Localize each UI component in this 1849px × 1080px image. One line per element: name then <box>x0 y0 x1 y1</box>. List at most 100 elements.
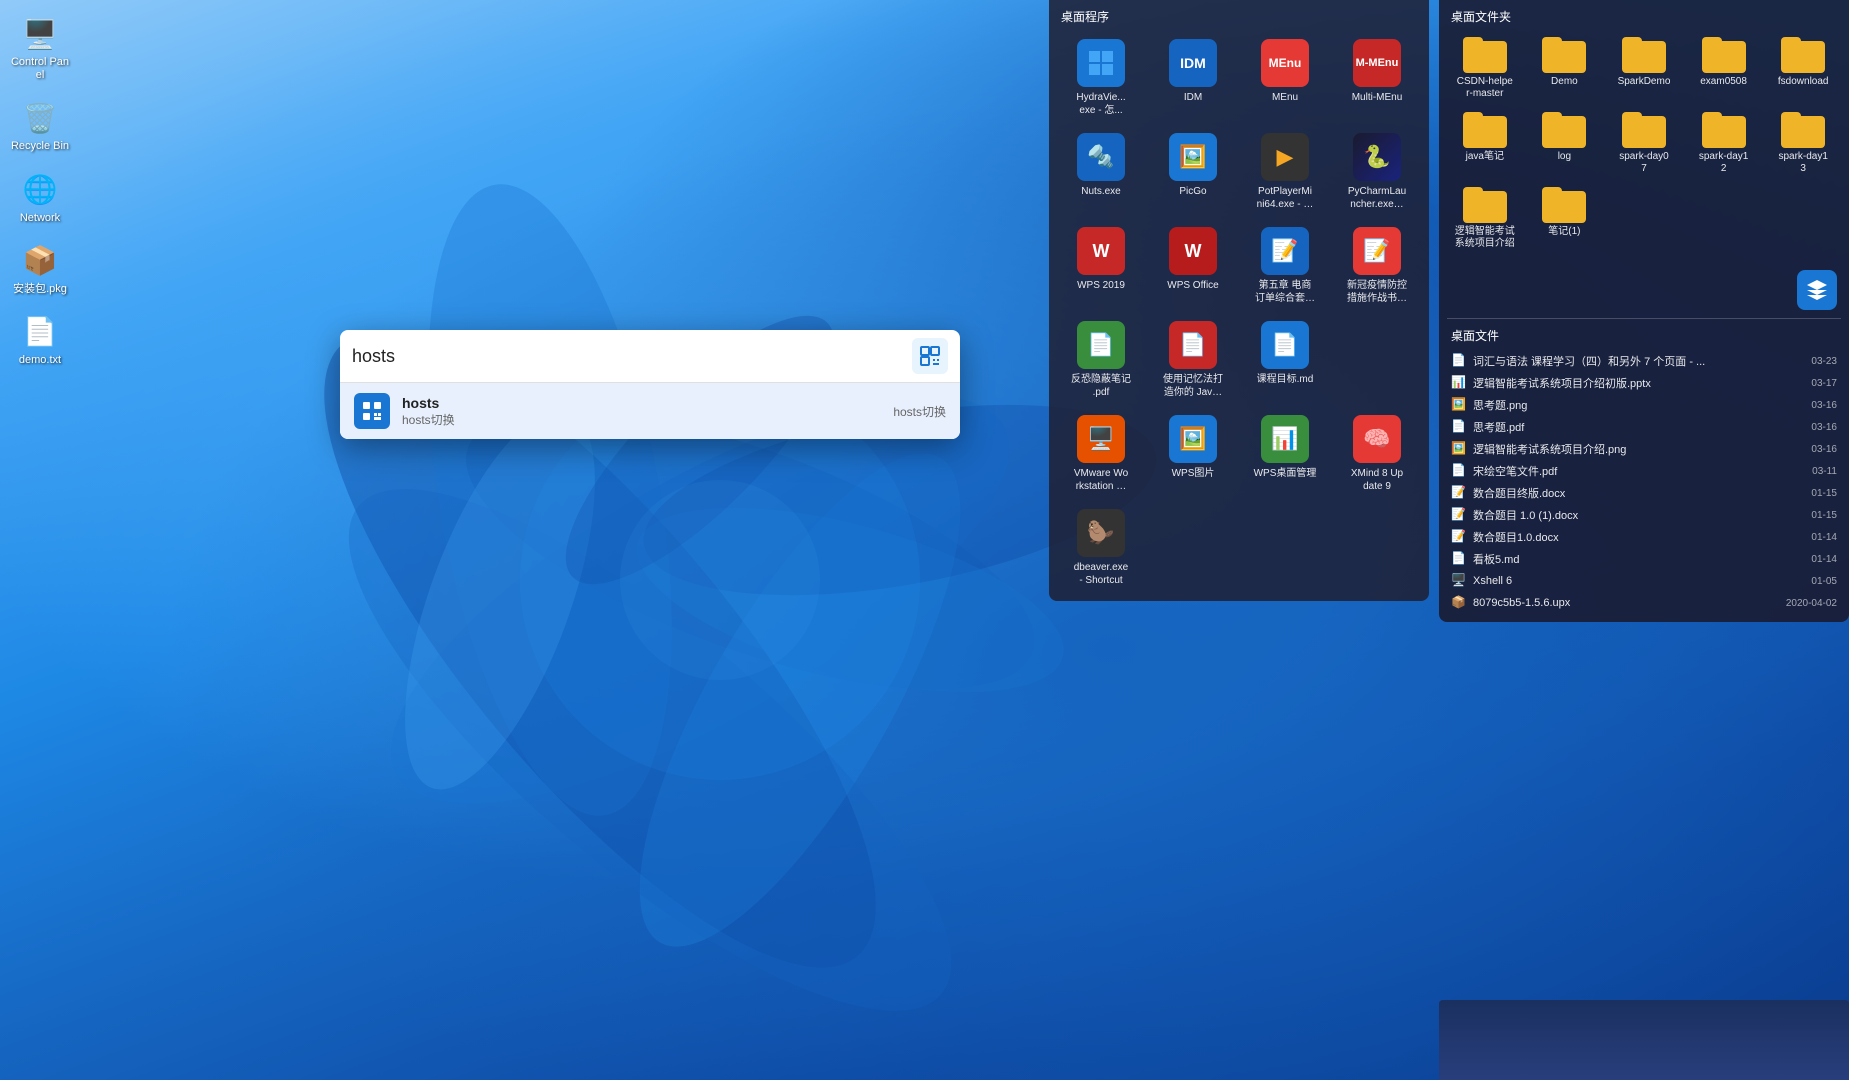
doc4-label: 使用记忆法打造你的 Jav… <box>1163 373 1223 399</box>
file-list-item-1[interactable]: 📄 词汇与语法 课程学习（四）和另外 7 个页面 - ... 03-23 <box>1447 350 1841 372</box>
file-name-1: 词汇与语法 课程学习（四）和另外 7 个页面 - ... <box>1473 353 1805 369</box>
desktop-icon-control-panel[interactable]: 🖥️ Control Panel <box>5 10 75 86</box>
program-nuts[interactable]: 🔩 Nuts.exe <box>1057 127 1145 217</box>
file-date-2: 03-17 <box>1811 378 1837 389</box>
network-icon: 🌐 <box>20 170 60 210</box>
program-pycharm[interactable]: 🐍 PyCharmLauncher.exe… <box>1333 127 1421 217</box>
file-list-item-5[interactable]: 🖼️ 逻辑智能考试系统项目介绍.png 03-16 <box>1447 438 1841 460</box>
file-list-item-3[interactable]: 🖼️ 思考题.png 03-16 <box>1447 394 1841 416</box>
wps-ppt-icon: 📊 <box>1261 415 1309 463</box>
vmware-label: VMware Workstation … <box>1074 467 1128 493</box>
file-list-item-11[interactable]: 🖥️ Xshell 6 01-05 <box>1447 570 1841 592</box>
desktop-icon-demotxt[interactable]: 📄 demo.txt <box>5 308 75 371</box>
wps2019-icon: W <box>1077 227 1125 275</box>
control-panel-icon: 🖥️ <box>20 14 60 54</box>
program-wps-ppt[interactable]: 📊 WPS桌面管理 <box>1241 409 1329 499</box>
program-hydraview[interactable]: HydraVie...exe - 怎... <box>1057 33 1145 123</box>
doc3-label: 反恐隐蔽笔记.pdf <box>1071 373 1131 399</box>
program-potplayer[interactable]: ▶ PotPlayerMini64.exe - … <box>1241 127 1329 217</box>
doc5-icon: 📄 <box>1261 321 1309 369</box>
folder-spark-day07[interactable]: spark-day07 <box>1606 108 1682 179</box>
folder-java-notes[interactable]: java笔记 <box>1447 108 1523 179</box>
hydraview-icon <box>1077 39 1125 87</box>
program-empty <box>1333 315 1421 405</box>
program-idm[interactable]: IDM IDM <box>1149 33 1237 123</box>
desktop-icon-installer[interactable]: 📦 安装包.pkg <box>5 237 75 300</box>
nuts-label: Nuts.exe <box>1081 185 1120 198</box>
folder-spark-day13[interactable]: spark-day13 <box>1765 108 1841 179</box>
file-icon-7: 📝 <box>1451 485 1467 501</box>
file-list-item-6[interactable]: 📄 宋绘空笔文件.pdf 03-11 <box>1447 460 1841 482</box>
multi-menu-label: Multi-MEnu <box>1352 91 1403 104</box>
doc3-icon: 📄 <box>1077 321 1125 369</box>
desktop-icon-recycle-bin[interactable]: 🗑️ Recycle Bin <box>5 94 75 157</box>
demotxt-icon: 📄 <box>20 312 60 352</box>
desktop-icon-network[interactable]: 🌐 Network <box>5 166 75 229</box>
file-list-item-12[interactable]: 📦 8079c5b5-1.5.6.upx 2020-04-02 <box>1447 592 1841 614</box>
file-list-item-10[interactable]: 📄 看板5.md 01-14 <box>1447 548 1841 570</box>
file-list-item-9[interactable]: 📝 数合题目1.0.docx 01-14 <box>1447 526 1841 548</box>
doc5-label: 课程目标.md <box>1257 373 1314 386</box>
xmind-icon: 🧠 <box>1353 415 1401 463</box>
program-dbeaver[interactable]: 🦫 dbeaver.exe- Shortcut <box>1057 503 1145 593</box>
program-wps-img[interactable]: 🖼️ WPS图片 <box>1149 409 1237 499</box>
thumbnail-bar <box>1439 1000 1849 1080</box>
program-doc2[interactable]: 📝 新冠疫情防控措施作战书… <box>1333 221 1421 311</box>
program-multi-menu[interactable]: M-MEnu Multi-MEnu <box>1333 33 1421 123</box>
dbeaver-icon: 🦫 <box>1077 509 1125 557</box>
folder-notes1[interactable]: 笔记(1) <box>1527 183 1603 254</box>
doc1-label: 第五章 电商订单综合套… <box>1255 279 1315 305</box>
file-icon-5: 🖼️ <box>1451 441 1467 457</box>
file-name-9: 数合题目1.0.docx <box>1473 529 1805 545</box>
folder-csdn[interactable]: CSDN-helper-master <box>1447 33 1523 104</box>
program-doc5[interactable]: 📄 课程目标.md <box>1241 315 1329 405</box>
folder-spark-day12[interactable]: spark-day12 <box>1686 108 1762 179</box>
folder-fsdownload[interactable]: fsdownload <box>1765 33 1841 104</box>
program-vmware[interactable]: 🖥️ VMware Workstation … <box>1057 409 1145 499</box>
file-list-item-2[interactable]: 📊 逻辑智能考试系统项目介绍初版.pptx 03-17 <box>1447 372 1841 394</box>
file-list-item-7[interactable]: 📝 数合题目终版.docx 01-15 <box>1447 482 1841 504</box>
empty-icon <box>1353 321 1401 369</box>
control-panel-label: Control Panel <box>9 56 71 82</box>
folder-demo[interactable]: Demo <box>1527 33 1603 104</box>
folder-exam0508[interactable]: exam0508 <box>1686 33 1762 104</box>
file-icon-4: 📄 <box>1451 419 1467 435</box>
program-wpsoffice[interactable]: W WPS Office <box>1149 221 1237 311</box>
program-doc3[interactable]: 📄 反恐隐蔽笔记.pdf <box>1057 315 1145 405</box>
nuts-icon: 🔩 <box>1077 133 1125 181</box>
file-name-10: 看板5.md <box>1473 551 1805 567</box>
program-menu[interactable]: MEnu MEnu <box>1241 33 1329 123</box>
file-date-4: 03-16 <box>1811 422 1837 433</box>
search-input[interactable] <box>352 346 904 367</box>
desktop-files-list-section: 桌面文件 📄 词汇与语法 课程学习（四）和另外 7 个页面 - ... 03-2… <box>1447 318 1841 614</box>
pycharm-label: PyCharmLauncher.exe… <box>1348 185 1406 211</box>
file-date-9: 01-14 <box>1811 532 1837 543</box>
file-name-11: Xshell 6 <box>1473 575 1805 587</box>
program-xmind[interactable]: 🧠 XMind 8 Update 9 <box>1333 409 1421 499</box>
search-result-hosts[interactable]: hosts hosts切换 hosts切换 <box>340 383 960 439</box>
program-wps2019[interactable]: W WPS 2019 <box>1057 221 1145 311</box>
folder-ai-system[interactable]: 逻辑智能考试系统项目介绍 <box>1447 183 1523 254</box>
doc2-label: 新冠疫情防控措施作战书… <box>1347 279 1407 305</box>
file-name-8: 数合题目 1.0 (1).docx <box>1473 507 1805 523</box>
demotxt-label: demo.txt <box>19 354 61 367</box>
program-doc1[interactable]: 📝 第五章 电商订单综合套… <box>1241 221 1329 311</box>
installer-icon: 📦 <box>20 241 60 281</box>
wps2019-label: WPS 2019 <box>1077 279 1125 292</box>
search-result-subtitle: hosts切换 <box>402 411 881 428</box>
hydraview-label: HydraVie...exe - 怎... <box>1076 91 1125 117</box>
file-list-item-8[interactable]: 📝 数合题目 1.0 (1).docx 01-15 <box>1447 504 1841 526</box>
folder-log[interactable]: log <box>1527 108 1603 179</box>
network-label: Network <box>20 212 60 225</box>
file-list-item-4[interactable]: 📄 思考题.pdf 03-16 <box>1447 416 1841 438</box>
multi-menu-icon: M-MEnu <box>1353 39 1401 87</box>
search-qr-button[interactable] <box>912 338 948 374</box>
folder-sparkdemo[interactable]: SparkDemo <box>1606 33 1682 104</box>
program-doc4[interactable]: 📄 使用记忆法打造你的 Jav… <box>1149 315 1237 405</box>
blue-app-icon[interactable] <box>1797 270 1837 310</box>
search-input-row <box>340 330 960 383</box>
wps-img-label: WPS图片 <box>1172 467 1215 480</box>
dbeaver-label: dbeaver.exe- Shortcut <box>1074 561 1129 587</box>
program-picgo[interactable]: 🖼️ PicGo <box>1149 127 1237 217</box>
file-icon-3: 🖼️ <box>1451 397 1467 413</box>
